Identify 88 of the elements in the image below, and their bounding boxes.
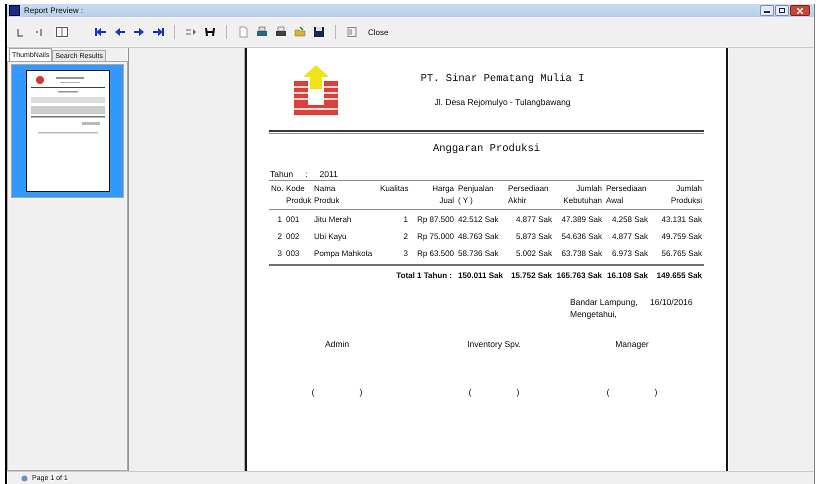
table-cell-text: 4.258 Sak — [610, 214, 649, 226]
folder-icon[interactable] — [294, 26, 306, 38]
table-cell-text: 5.002 Sak — [514, 248, 553, 260]
last-page-icon[interactable] — [152, 26, 164, 38]
total-cell-text: 149.655 Sak — [656, 270, 703, 282]
total-label: Total 1 Tahun : — [395, 270, 453, 282]
column-header: Nama Produk — [313, 183, 340, 207]
table-cell-text: 003 — [285, 248, 300, 260]
signer-role: Admin — [324, 339, 350, 349]
close-bracket: ) — [516, 387, 520, 397]
close-bracket: ) — [360, 387, 362, 397]
acknowledged-text: Mengetahui, — [570, 309, 618, 319]
table-cell-text: 4.877 Sak — [514, 214, 553, 226]
close-bracket: ) — [654, 387, 658, 397]
save-icon[interactable] — [313, 26, 325, 38]
two-page-icon[interactable] — [53, 26, 71, 38]
printer-icon[interactable] — [256, 26, 268, 38]
table-cell-text: 42.512 Sak — [457, 214, 500, 226]
maximize-icon — [779, 8, 785, 13]
maximize-button[interactable] — [775, 5, 789, 16]
table-cell-text: 48.763 Sak — [457, 231, 500, 243]
table-cell-text: Rp 63.500 — [416, 248, 455, 260]
signer-role: Inventory Spv. — [467, 339, 521, 349]
minimize-button[interactable] — [760, 5, 774, 16]
report-title: Anggaran Produksi — [432, 143, 540, 155]
page-thumbnail[interactable] — [11, 64, 124, 198]
date-text: 16/10/2016 — [650, 297, 694, 307]
separator: : — [305, 169, 308, 179]
table-cell-text: 54.636 Sak — [560, 231, 603, 243]
app-icon — [9, 5, 20, 16]
place-text: Bandar Lampung, — [570, 297, 639, 307]
column-header: Harga Jual — [431, 183, 455, 207]
year-label: Tahun — [270, 169, 294, 179]
table-cell-text: 3 — [276, 248, 283, 260]
table-cell-text: 63.738 Sak — [560, 248, 603, 260]
total-cell-text: 15.752 Sak — [510, 270, 553, 282]
close-button[interactable]: Close — [365, 26, 392, 38]
total-cell-text: 16.108 Sak — [606, 270, 649, 282]
column-header: Persediaan Awal — [605, 183, 648, 207]
table-cell-text: 49.759 Sak — [660, 231, 703, 243]
table-cell-text: 5.873 Sak — [514, 231, 553, 243]
printer-icon[interactable] — [275, 26, 287, 38]
table-cell-text: Ubi Kayu — [313, 231, 348, 243]
company-address: Jl. Desa Rejomulyo - Tulangbawang — [434, 97, 571, 107]
table-cell-text: 58.736 Sak — [457, 248, 500, 260]
column-header: No. — [270, 183, 284, 195]
table-cell-text: 43.131 Sak — [660, 214, 703, 226]
table-cell-text: Jitu Merah — [313, 214, 352, 226]
table-cell-text: 56.765 Sak — [660, 248, 703, 260]
open-bracket: ( — [468, 387, 472, 397]
panel-icon[interactable] — [346, 26, 358, 38]
signer-role: Manager — [615, 339, 649, 349]
year-value: 2011 — [320, 169, 338, 179]
blank-page-icon[interactable] — [237, 26, 249, 38]
column-header: Persediaan Akhir — [507, 183, 550, 207]
column-header: Kode Produk — [285, 183, 312, 207]
first-page-icon[interactable] — [95, 26, 107, 38]
table-cell-text: Rp 75.000 — [416, 231, 455, 243]
logo-drawing — [291, 65, 341, 115]
column-header: Penjualan ( Y ) — [457, 183, 495, 207]
table-cell-text: Rp 87.500 — [416, 214, 455, 226]
column-header: Jumlah Produksi — [670, 183, 703, 207]
open-bracket: ( — [312, 387, 314, 397]
column-header: Kualitas — [379, 183, 410, 195]
table-cell-text: 002 — [285, 231, 300, 243]
table-cell-text: 4.877 Sak — [610, 231, 649, 243]
table-cell-text: 2 — [276, 231, 283, 243]
table-cell-text: 6.973 Sak — [610, 248, 649, 260]
close-button[interactable] — [790, 5, 810, 16]
window-title: Report Preview : — [24, 6, 84, 15]
table-cell-text: 1 — [402, 214, 409, 226]
total-cell-text: 150.011 Sak — [457, 270, 504, 282]
column-header: Jumlah Kebutuhan — [562, 183, 603, 207]
table-cell-text: 3 — [402, 248, 409, 260]
company-name: PT. Sinar Pematang Mulia I — [420, 73, 584, 85]
table-cell-text: Pompa Mahkota — [313, 248, 374, 260]
table-cell-text: 2 — [402, 231, 409, 243]
goto-icon[interactable] — [185, 26, 197, 38]
total-cell-text: 165.763 Sak — [556, 270, 603, 282]
table-cell-text: 001 — [285, 214, 300, 226]
close-icon — [797, 8, 803, 14]
open-bracket: ( — [606, 387, 610, 397]
page-status-icon — [21, 474, 28, 482]
previous-icon[interactable] — [114, 26, 126, 38]
table-cell-text: 1 — [276, 214, 283, 226]
minimize-icon — [764, 8, 770, 12]
next-icon[interactable] — [133, 26, 145, 38]
table-cell-text: 47.389 Sak — [560, 214, 603, 226]
